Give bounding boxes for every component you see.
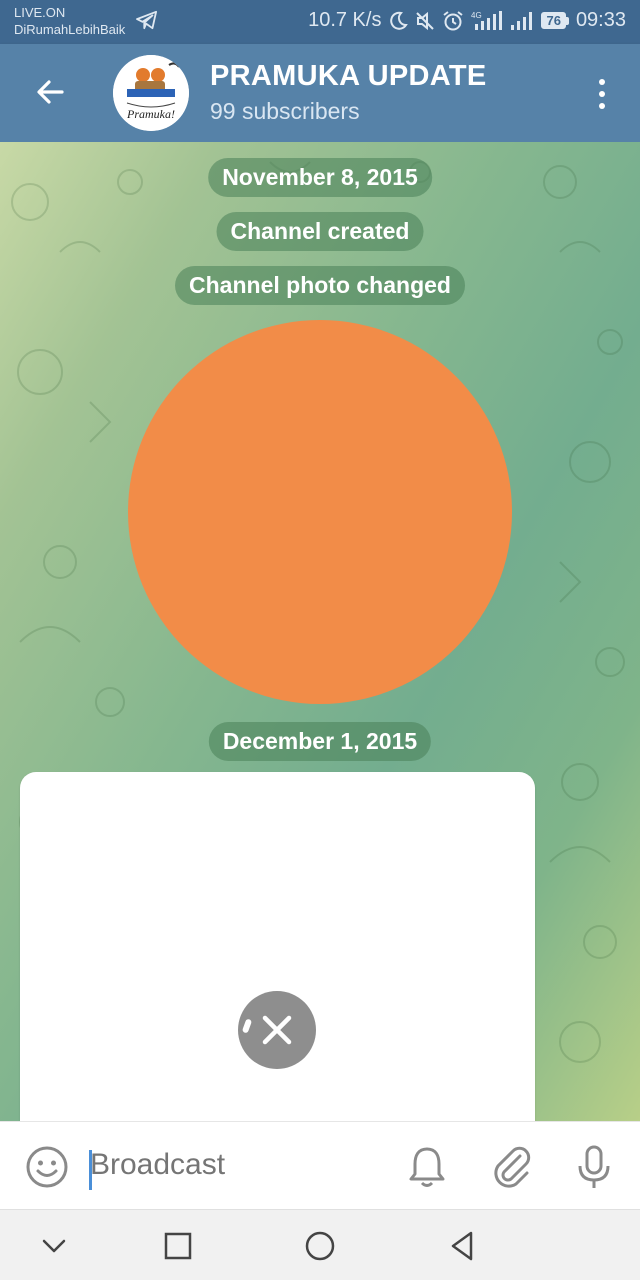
battery-icon: 76 <box>541 12 569 29</box>
progress-indicator <box>241 1018 253 1034</box>
chat-header: Pramuka! PRAMUKA UPDATE 99 subscribers <box>0 44 640 142</box>
service-message-channel-created: Channel created <box>216 212 424 251</box>
paperclip-icon <box>494 1146 531 1188</box>
subscriber-count: 99 subscribers <box>210 98 360 124</box>
back-nav-button[interactable] <box>442 1226 482 1266</box>
battery-level: 76 <box>541 12 566 29</box>
arrow-left-icon <box>37 80 64 104</box>
carrier-line2: DiRumahLebihBaik <box>14 22 126 37</box>
circle-icon <box>305 1231 335 1261</box>
status-carrier: LIVE.ON DiRumahLebihBaik <box>14 4 125 38</box>
alarm-icon <box>442 10 464 32</box>
clock: 09:33 <box>575 9 626 31</box>
signal-4g-icon: 4G <box>471 10 503 32</box>
date-separator: November 8, 2015 <box>208 158 432 197</box>
channel-avatar[interactable]: Pramuka! <box>113 55 189 131</box>
more-menu-button[interactable] <box>586 72 618 116</box>
mute-icon <box>415 11 435 31</box>
close-icon <box>262 1015 292 1045</box>
home-button[interactable] <box>300 1226 340 1266</box>
moon-icon <box>388 11 409 31</box>
broadcast-input[interactable] <box>90 1148 370 1182</box>
notification-button[interactable] <box>405 1144 449 1195</box>
service-message-photo-changed: Channel photo changed <box>175 266 465 305</box>
chat-area[interactable]: November 8, 2015 Channel created Channel… <box>0 142 640 1121</box>
square-icon <box>164 1232 192 1260</box>
back-button[interactable] <box>26 68 74 116</box>
more-vertical-icon <box>599 79 605 85</box>
date-separator-2: December 1, 2015 <box>208 722 432 761</box>
network-speed: 10.7 K/s <box>308 9 382 31</box>
emoji-button[interactable] <box>24 1144 70 1195</box>
avatar-logo-text: Pramuka! <box>126 107 175 121</box>
microphone-icon <box>578 1145 610 1188</box>
smile-icon <box>26 1146 68 1188</box>
voice-record-button[interactable] <box>574 1144 614 1195</box>
cancel-download-button[interactable] <box>238 991 316 1069</box>
channel-title[interactable]: PRAMUKA UPDATE <box>210 60 486 93</box>
status-bar: LIVE.ON DiRumahLebihBaik 10.7 K/s 4G 76 … <box>0 0 640 44</box>
input-bar <box>0 1121 640 1209</box>
bell-icon <box>409 1147 445 1187</box>
recents-button[interactable] <box>158 1226 198 1266</box>
telegram-notification-icon <box>136 10 158 35</box>
signal-icon <box>510 10 534 32</box>
media-message[interactable] <box>20 772 535 1121</box>
hide-nav-button[interactable] <box>34 1226 74 1266</box>
triangle-back-icon <box>451 1231 473 1261</box>
attach-button[interactable] <box>490 1144 534 1195</box>
carrier-line1: LIVE.ON <box>14 5 66 20</box>
channel-photo[interactable] <box>128 320 512 704</box>
status-indicators: 10.7 K/s 4G 76 09:33 <box>308 9 626 32</box>
chevron-down-icon <box>42 1239 66 1253</box>
svg-text:4G: 4G <box>471 11 482 20</box>
system-navigation-bar <box>0 1209 640 1280</box>
